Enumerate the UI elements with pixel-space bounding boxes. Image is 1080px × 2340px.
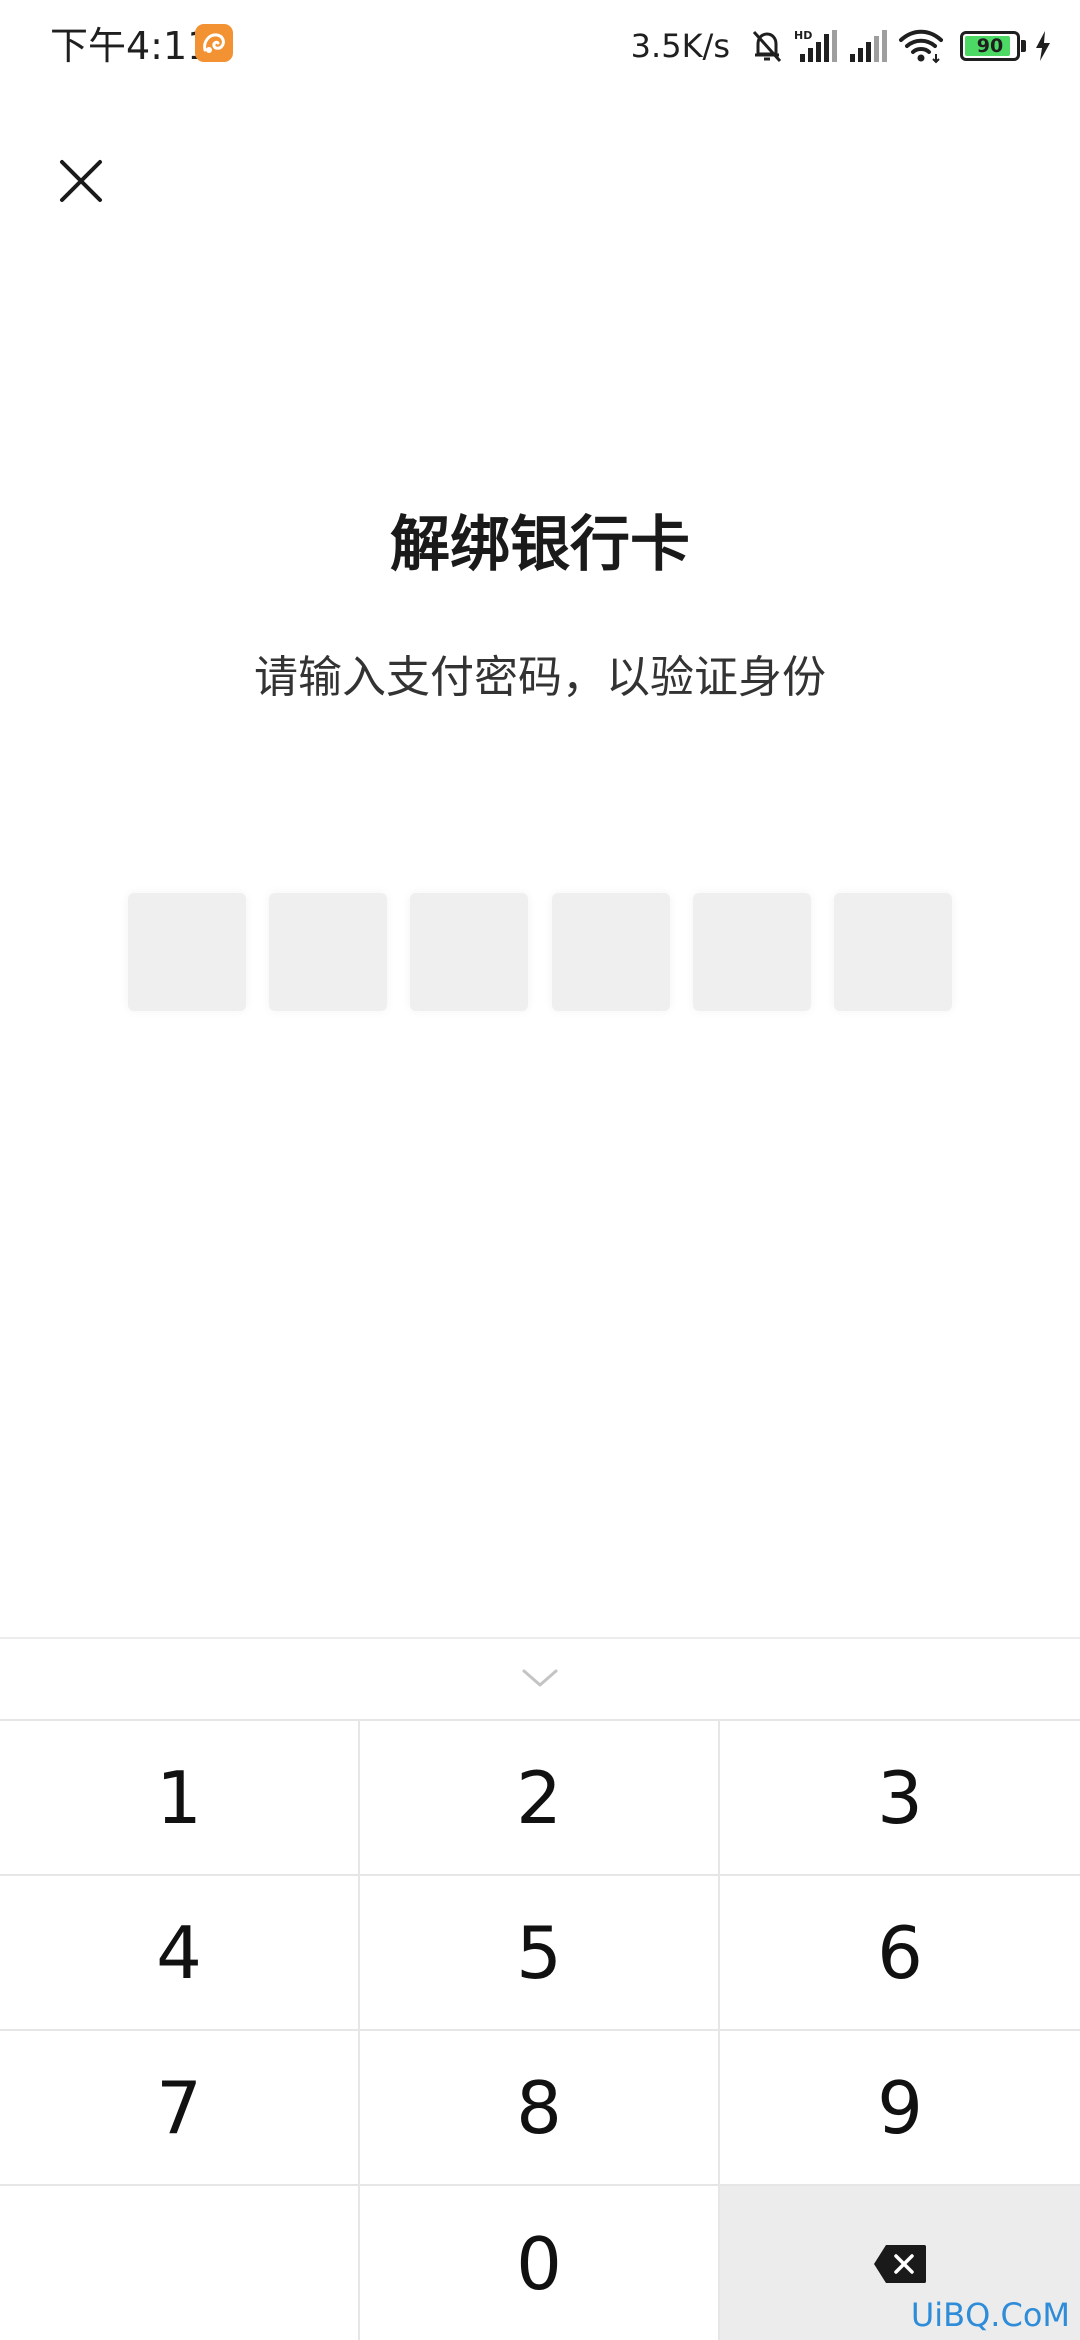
- battery-tip: [1021, 40, 1026, 52]
- page-title: 解绑银行卡: [390, 510, 690, 580]
- key-blank: [0, 2186, 360, 2340]
- key-9[interactable]: 9: [720, 2031, 1080, 2186]
- pin-digit-box[interactable]: [692, 893, 811, 1011]
- key-7[interactable]: 7: [0, 2031, 360, 2186]
- screen: 下午4:11 3.5K/s HD 90 解绑银行卡 请输入支付密码，以验证身份 …: [0, 0, 1080, 2340]
- page-subtitle: 请输入支付密码，以验证身份: [254, 652, 826, 703]
- key-1[interactable]: 1: [0, 1721, 360, 1876]
- backspace-icon: [874, 2245, 926, 2283]
- keyboard-collapse-button[interactable]: [0, 1637, 1080, 1719]
- status-bar: 下午4:11 3.5K/s HD 90: [0, 0, 1080, 90]
- status-time: 下午4:11: [50, 24, 212, 68]
- battery-indicator: 90: [960, 31, 1020, 61]
- pin-digit-box[interactable]: [833, 893, 952, 1011]
- status-right-group: 3.5K/s HD 90: [631, 18, 1052, 74]
- lightning-icon: [1036, 31, 1050, 61]
- watermark: UiBQ.CoM: [910, 2296, 1070, 2334]
- key-4[interactable]: 4: [0, 1876, 360, 2031]
- pin-digit-box[interactable]: [410, 893, 529, 1011]
- svg-text:HD: HD: [794, 29, 812, 42]
- key-0[interactable]: 0: [360, 2186, 720, 2340]
- pin-digit-box[interactable]: [128, 893, 246, 1011]
- signal-icon: [850, 30, 887, 62]
- wifi-icon: [899, 29, 943, 64]
- password-input[interactable]: [128, 893, 952, 1011]
- key-8[interactable]: 8: [360, 2031, 720, 2186]
- close-icon: [60, 160, 102, 202]
- key-6[interactable]: 6: [720, 1876, 1080, 2031]
- key-3[interactable]: 3: [720, 1721, 1080, 1876]
- key-5[interactable]: 5: [360, 1876, 720, 2031]
- battery-level-label: 90: [976, 35, 1004, 57]
- key-2[interactable]: 2: [360, 1721, 720, 1876]
- numeric-keypad: 1 2 3 4 5 6 7 8 9 0: [0, 1719, 1080, 2340]
- pin-digit-box[interactable]: [269, 893, 388, 1011]
- chevron-down-icon: [522, 1669, 558, 1687]
- mute-bell-icon: [752, 30, 782, 63]
- close-button[interactable]: [50, 150, 112, 212]
- uc-browser-icon: [195, 24, 233, 62]
- net-speed: 3.5K/s: [630, 27, 730, 65]
- hd-signal-icon: HD: [794, 29, 837, 62]
- pin-digit-box[interactable]: [551, 893, 670, 1011]
